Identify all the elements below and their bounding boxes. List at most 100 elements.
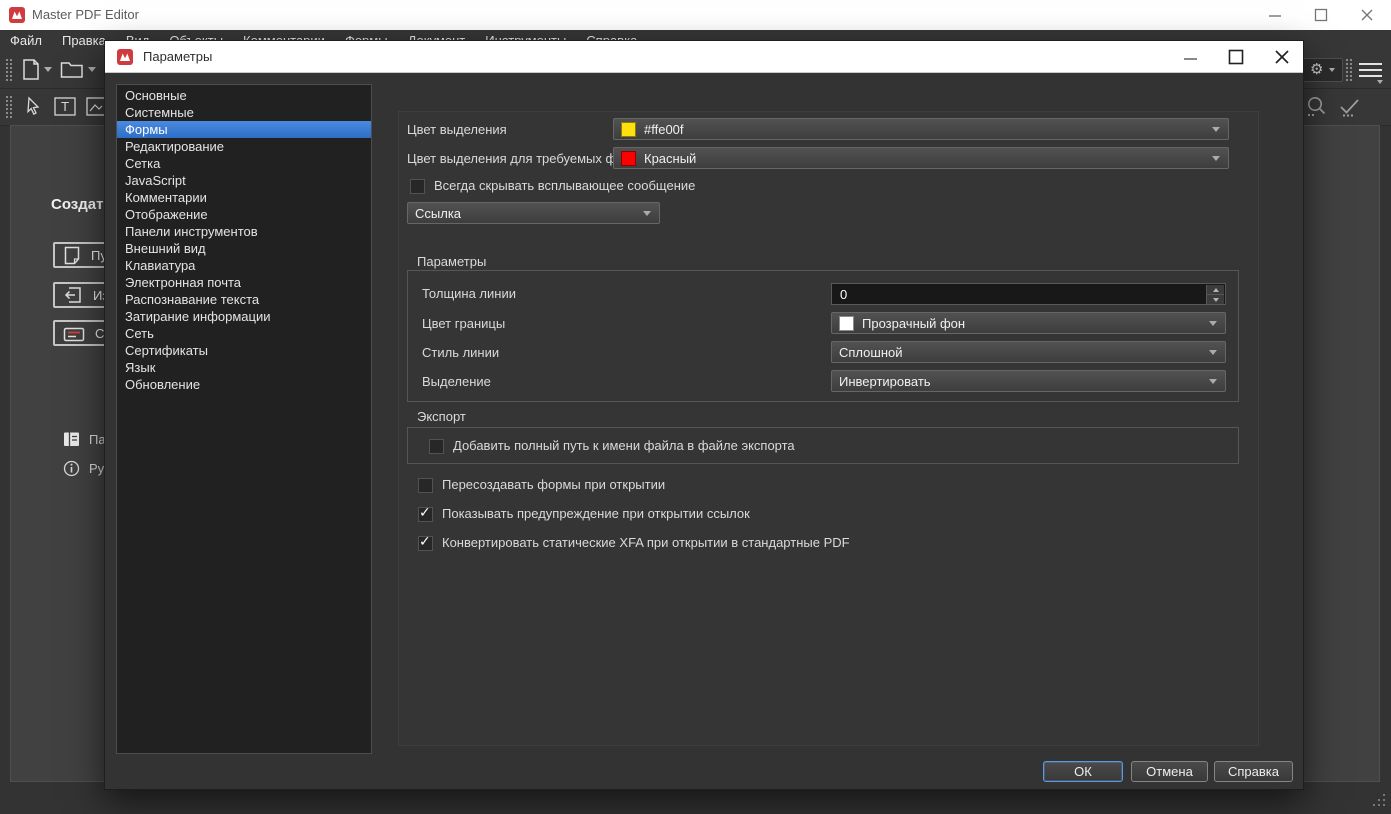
export-group-title: Экспорт: [417, 409, 466, 424]
dialog-title: Параметры: [143, 49, 212, 64]
highlight-color-dropdown[interactable]: #ffe00f: [613, 118, 1229, 140]
spin-down-button[interactable]: [1207, 294, 1224, 304]
guide-link[interactable]: Рук: [63, 460, 110, 477]
dropdown-value: Прозрачный фон: [862, 316, 965, 331]
settings-category-item[interactable]: Распознавание текста: [117, 291, 371, 308]
checkbox-label: Добавить полный путь к имени файла в фай…: [453, 438, 795, 453]
settings-category-item[interactable]: Формы: [117, 121, 371, 138]
checkbox[interactable]: ✓: [418, 507, 433, 522]
app-window: Master PDF Editor ФайлПравкаВидОбъектыКо…: [0, 0, 1391, 814]
chevron-down-icon: [1212, 127, 1220, 132]
select-tool-button[interactable]: [24, 96, 42, 122]
recreate-forms-checkbox-row[interactable]: Пересоздавать формы при открытии: [418, 478, 665, 493]
settings-category-item[interactable]: Сертификаты: [117, 342, 371, 359]
info-icon: [63, 460, 80, 477]
toolbar-overflow-caret[interactable]: [1377, 80, 1383, 84]
edit-text-tool-button[interactable]: T: [54, 97, 76, 121]
link-warning-checkbox-row[interactable]: ✓ Показывать предупреждение при открытии…: [418, 507, 750, 522]
checkbox[interactable]: [429, 439, 444, 454]
new-document-button[interactable]: [20, 58, 42, 87]
dialog-titlebar: Параметры: [105, 41, 1303, 73]
dropdown-value: Инвертировать: [839, 374, 931, 389]
settings-category-item[interactable]: Внешний вид: [117, 240, 371, 257]
line-style-dropdown[interactable]: Сплошной: [831, 341, 1226, 363]
convert-xfa-checkbox-row[interactable]: ✓ Конвертировать статические XFA при отк…: [418, 536, 850, 551]
scanner-icon: [63, 324, 85, 343]
settings-category-item[interactable]: JavaScript: [117, 172, 371, 189]
checkbox-label: Показывать предупреждение при открытии с…: [442, 506, 750, 521]
checkbox[interactable]: [418, 478, 433, 493]
chevron-down-icon: [643, 211, 651, 216]
checkbox-label: Конвертировать статические XFA при откры…: [442, 535, 850, 550]
color-swatch: [621, 122, 636, 137]
border-color-dropdown[interactable]: Прозрачный фон: [831, 312, 1226, 334]
dropdown-value: Красный: [644, 151, 696, 166]
help-button[interactable]: Справка: [1214, 761, 1293, 782]
color-swatch: [839, 316, 854, 331]
highlight-mode-label: Выделение: [422, 374, 491, 389]
border-color-label: Цвет границы: [422, 316, 505, 331]
line-width-label: Толщина линии: [422, 286, 516, 301]
search-icon[interactable]: [1306, 95, 1327, 123]
chevron-down-icon: [1212, 156, 1220, 161]
settings-category-item[interactable]: Сетка: [117, 155, 371, 172]
cancel-button[interactable]: Отмена: [1131, 761, 1208, 782]
blank-page-icon: [63, 246, 81, 265]
open-file-dropdown-caret[interactable]: [88, 67, 96, 72]
dialog-close-button[interactable]: [1263, 42, 1301, 72]
preferences-dialog: Параметры ОсновныеСистемныеФормыРедактир…: [104, 40, 1304, 790]
chevron-down-icon: [1209, 350, 1217, 355]
minimize-button[interactable]: [1258, 0, 1292, 30]
object-type-dropdown[interactable]: Ссылка: [407, 202, 660, 224]
settings-category-item[interactable]: Редактирование: [117, 138, 371, 155]
settings-category-item[interactable]: Сеть: [117, 325, 371, 342]
checkbox[interactable]: ✓: [418, 536, 433, 551]
settings-category-item[interactable]: Панели инструментов: [117, 223, 371, 240]
toolbar-drag-handle-right[interactable]: [1345, 58, 1352, 82]
line-style-label: Стиль линии: [422, 345, 499, 360]
chevron-down-icon: [1209, 321, 1217, 326]
dropdown-value: Сплошной: [839, 345, 903, 360]
settings-category-item[interactable]: Комментарии: [117, 189, 371, 206]
ok-button[interactable]: ОК: [1043, 761, 1123, 782]
settings-category-item[interactable]: Обновление: [117, 376, 371, 393]
settings-category-item[interactable]: Затирание информации: [117, 308, 371, 325]
maximize-button[interactable]: [1304, 0, 1338, 30]
new-document-dropdown-caret[interactable]: [44, 67, 52, 72]
dropdown-value: #ffe00f: [644, 122, 684, 137]
main-menu-hamburger-button[interactable]: [1359, 59, 1382, 81]
app-logo-icon: [9, 7, 25, 23]
tools-drag-handle[interactable]: [5, 95, 12, 119]
dialog-minimize-button[interactable]: [1171, 42, 1209, 72]
settings-category-item[interactable]: Электронная почта: [117, 274, 371, 291]
checkbox[interactable]: [410, 179, 425, 194]
spin-up-button[interactable]: [1207, 285, 1224, 294]
close-button[interactable]: [1350, 0, 1384, 30]
spinner-buttons: [1206, 285, 1224, 304]
menu-item[interactable]: Файл: [0, 30, 52, 51]
settings-category-list: ОсновныеСистемныеФормыРедактированиеСетк…: [116, 84, 372, 754]
dialog-logo-icon: [117, 49, 133, 65]
settings-category-item[interactable]: Клавиатура: [117, 257, 371, 274]
settings-category-item[interactable]: Основные: [117, 87, 371, 104]
line-width-spinbox[interactable]: 0: [831, 283, 1226, 305]
validate-check-icon[interactable]: [1338, 96, 1361, 123]
spin-value: 0: [840, 287, 847, 302]
highlight-mode-dropdown[interactable]: Инвертировать: [831, 370, 1226, 392]
export-full-path-checkbox-row[interactable]: Добавить полный путь к имени файла в фай…: [429, 439, 795, 454]
chevron-down-icon: [1209, 379, 1217, 384]
settings-category-item[interactable]: Отображение: [117, 206, 371, 223]
resize-grip[interactable]: [1372, 794, 1386, 808]
toolbar-drag-handle[interactable]: [5, 58, 12, 82]
required-color-dropdown[interactable]: Красный: [613, 147, 1229, 169]
highlight-color-label: Цвет выделения: [407, 122, 507, 137]
checkbox-label: Пересоздавать формы при открытии: [442, 477, 665, 492]
settings-category-item[interactable]: Язык: [117, 359, 371, 376]
params-group-title: Параметры: [417, 254, 486, 269]
hide-popup-checkbox-row[interactable]: Всегда скрывать всплывающее сообщение: [410, 179, 695, 194]
open-file-button[interactable]: [60, 61, 84, 84]
dialog-maximize-button[interactable]: [1217, 42, 1255, 72]
required-color-label: Цвет выделения для требуемых форм: [407, 151, 640, 166]
settings-gear-button[interactable]: ⚙: [1302, 58, 1343, 82]
settings-category-item[interactable]: Системные: [117, 104, 371, 121]
